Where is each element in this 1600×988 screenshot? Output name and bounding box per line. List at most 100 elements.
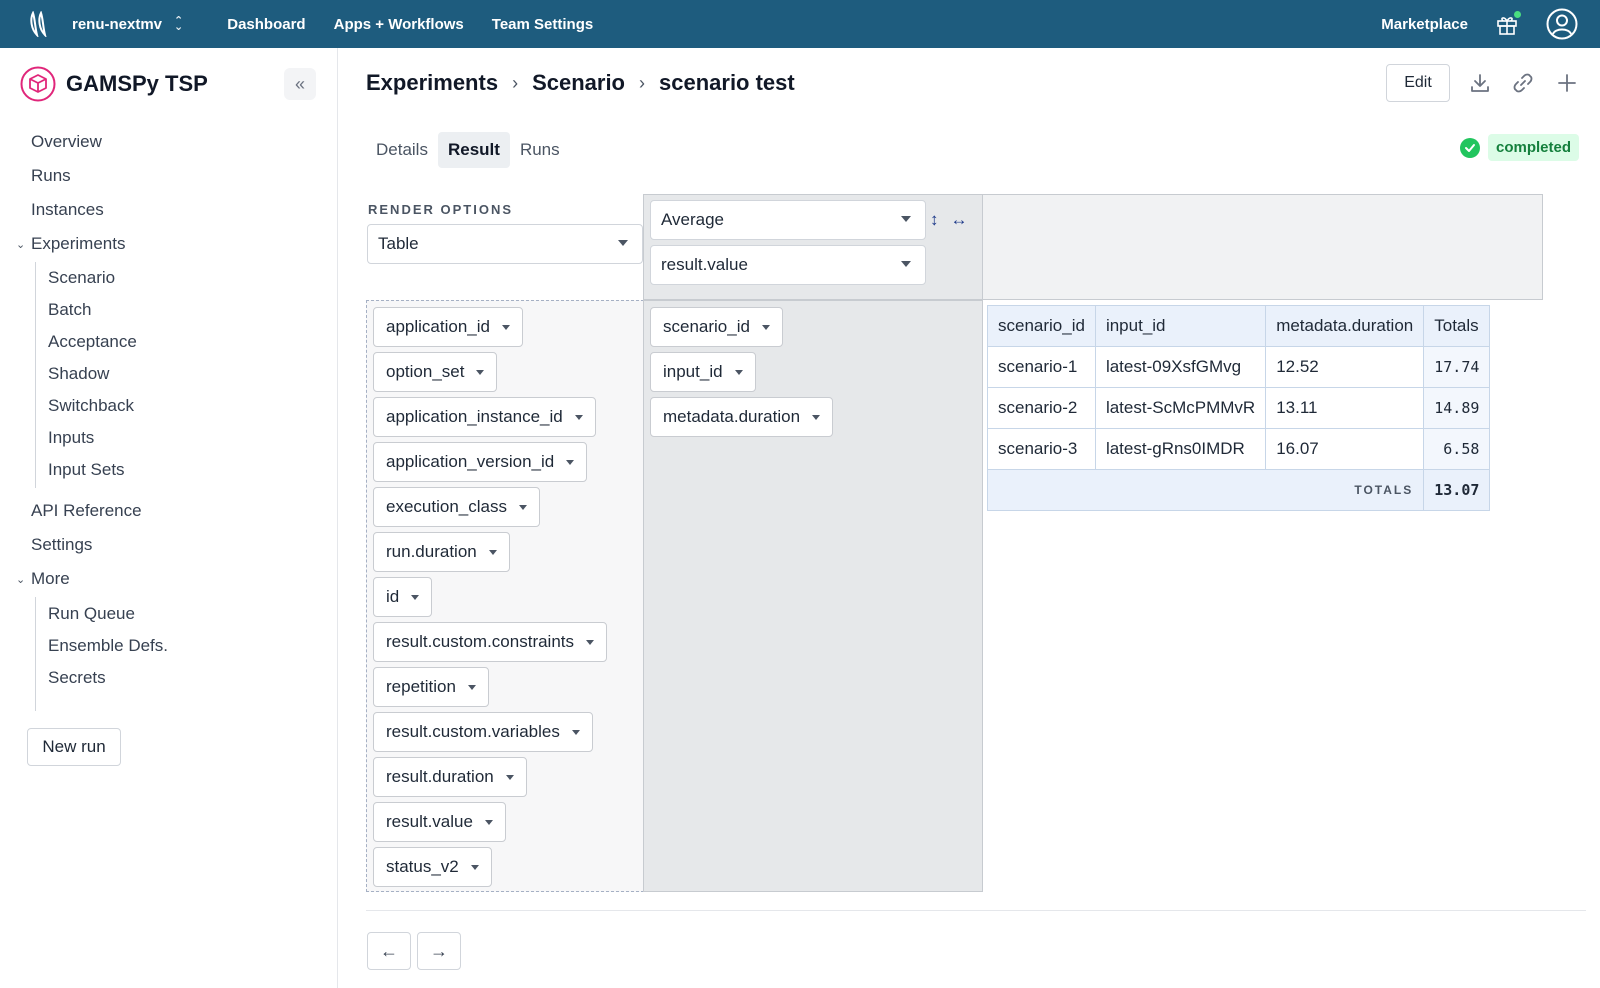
column-order-icon[interactable]: ↔ — [951, 210, 968, 230]
plus-icon[interactable] — [1556, 72, 1578, 94]
sidebar-item-instances[interactable]: Instances — [31, 200, 104, 220]
notification-dot — [1514, 11, 1521, 18]
attribute-chip[interactable]: application_id — [373, 307, 523, 347]
attribute-chip[interactable]: result.custom.variables — [373, 712, 593, 752]
cell-input-id: latest-gRns0IMDR — [1094, 428, 1267, 470]
nav-marketplace[interactable]: Marketplace — [1381, 16, 1468, 33]
sidebar-item-api-reference[interactable]: API Reference — [31, 501, 142, 521]
download-icon[interactable] — [1469, 72, 1491, 94]
aggregator-select[interactable]: Average — [650, 200, 926, 240]
dropdown-arrow-icon — [761, 324, 770, 330]
attribute-chip[interactable]: application_instance_id — [373, 397, 596, 437]
nav-team-settings[interactable]: Team Settings — [492, 16, 593, 33]
dropdown-arrow-icon — [470, 864, 479, 870]
sidebar-item-scenario[interactable]: Scenario — [48, 268, 115, 288]
sidebar-item-more[interactable]: More — [31, 569, 70, 589]
column-header: input_id — [1094, 305, 1267, 347]
row-attribute-chip[interactable]: scenario_id — [650, 307, 783, 347]
chip-label: result.duration — [386, 767, 494, 786]
tab-details[interactable]: Details — [366, 132, 438, 168]
sidebar-item-inputs[interactable]: Inputs — [48, 428, 94, 448]
tab-runs[interactable]: Runs — [510, 132, 570, 168]
row-order-icon[interactable]: ↕ — [930, 210, 939, 230]
chip-label: execution_class — [386, 497, 507, 516]
status-indicator: completed — [1460, 134, 1580, 161]
dropdown-arrow-icon — [484, 819, 493, 825]
attribute-chip[interactable]: result.custom.constraints — [373, 622, 608, 662]
column-header: Totals — [1423, 305, 1491, 347]
attribute-chip[interactable]: application_version_id — [373, 442, 588, 482]
row-attribute-chip[interactable]: input_id — [650, 352, 756, 392]
top-navbar: renu-nextmv ⌃ ⌄ Dashboard Apps + Workflow… — [0, 0, 1600, 48]
chip-label: application_id — [386, 317, 490, 336]
totals-label: TOTALS — [986, 469, 1425, 511]
aggregator-field-select[interactable]: result.value — [650, 245, 926, 285]
sidebar-item-overview[interactable]: Overview — [31, 132, 102, 152]
new-run-button[interactable]: New run — [27, 728, 121, 766]
sidebar-item-secrets[interactable]: Secrets — [48, 668, 106, 688]
cell-metadata-duration: 16.07 — [1265, 428, 1425, 470]
sidebar-item-run-queue[interactable]: Run Queue — [48, 604, 135, 624]
sidebar-item-shadow[interactable]: Shadow — [48, 364, 109, 384]
org-switcher[interactable]: renu-nextmv ⌃ ⌄ — [72, 16, 183, 33]
chevron-down-icon[interactable]: ⌄ — [16, 238, 25, 251]
sidebar-item-ensemble-defs[interactable]: Ensemble Defs. — [48, 636, 168, 656]
attribute-chip[interactable]: id — [373, 577, 433, 617]
user-avatar-icon[interactable] — [1546, 8, 1578, 40]
row-attribute-chip[interactable]: metadata.duration — [650, 397, 834, 437]
next-button[interactable]: → — [417, 932, 461, 970]
sidebar-item-acceptance[interactable]: Acceptance — [48, 332, 137, 352]
attribute-chip[interactable]: execution_class — [373, 487, 540, 527]
collapse-sidebar-button[interactable]: « — [284, 68, 316, 100]
sidebar-item-settings[interactable]: Settings — [31, 535, 92, 555]
nav-apps-workflows[interactable]: Apps + Workflows — [334, 16, 464, 33]
dropdown-arrow-icon — [901, 216, 911, 222]
attribute-chip[interactable]: result.duration — [373, 757, 527, 797]
attribute-chip[interactable]: option_set — [373, 352, 498, 392]
sidebar-item-runs[interactable]: Runs — [31, 166, 71, 186]
dropdown-arrow-icon — [734, 369, 743, 375]
attribute-chip[interactable]: run.duration — [373, 532, 510, 572]
dropdown-arrow-icon — [812, 414, 821, 420]
link-icon[interactable] — [1512, 72, 1534, 94]
app-title: GAMSPy TSP — [66, 71, 208, 96]
cell-total: 14.89 — [1423, 387, 1491, 429]
gift-icon[interactable] — [1496, 11, 1521, 35]
updown-chevron-icon: ⌃ ⌄ — [174, 15, 184, 33]
breadcrumb-experiments[interactable]: Experiments — [366, 70, 498, 96]
breadcrumb-scenario[interactable]: Scenario — [532, 70, 625, 96]
dropdown-arrow-icon — [574, 414, 583, 420]
app-cube-icon — [20, 66, 56, 102]
status-badge: completed — [1488, 134, 1580, 161]
cell-total: 17.74 — [1423, 346, 1491, 388]
chip-label: run.duration — [386, 542, 477, 561]
sidebar-item-input-sets[interactable]: Input Sets — [48, 460, 125, 480]
chevron-down-icon[interactable]: ⌄ — [16, 573, 25, 586]
chip-label: application_version_id — [386, 452, 555, 471]
edit-button[interactable]: Edit — [1386, 64, 1450, 102]
column-header: scenario_id — [987, 305, 1096, 347]
grand-total: 13.07 — [1423, 469, 1491, 511]
cell-metadata-duration: 12.52 — [1265, 346, 1425, 388]
previous-button[interactable]: ← — [367, 932, 411, 970]
cell-total: 6.58 — [1423, 428, 1491, 470]
attribute-chip[interactable]: repetition — [373, 667, 489, 707]
cell-input-id: latest-ScMcPMMvR — [1094, 387, 1267, 429]
attribute-chip[interactable]: result.value — [373, 802, 506, 842]
chip-label: result.value — [386, 812, 473, 831]
page-title: scenario test — [659, 70, 795, 95]
dropdown-arrow-icon — [488, 549, 497, 555]
dropdown-arrow-icon — [505, 774, 514, 780]
nav-dashboard[interactable]: Dashboard — [227, 16, 305, 33]
renderer-select[interactable]: Table — [367, 224, 643, 264]
sidebar-item-batch[interactable]: Batch — [48, 300, 91, 320]
chip-label: result.custom.variables — [386, 722, 560, 741]
arrow-right-icon: → — [430, 940, 448, 961]
sidebar-item-experiments[interactable]: Experiments — [31, 234, 125, 254]
chip-label: result.custom.constraints — [386, 632, 575, 651]
attribute-chip[interactable]: status_v2 — [373, 847, 492, 887]
tab-result[interactable]: Result — [437, 132, 510, 168]
chevron-right-icon: › — [639, 72, 645, 93]
sidebar-item-switchback[interactable]: Switchback — [48, 396, 134, 416]
nextmv-logo-icon[interactable] — [24, 9, 54, 39]
